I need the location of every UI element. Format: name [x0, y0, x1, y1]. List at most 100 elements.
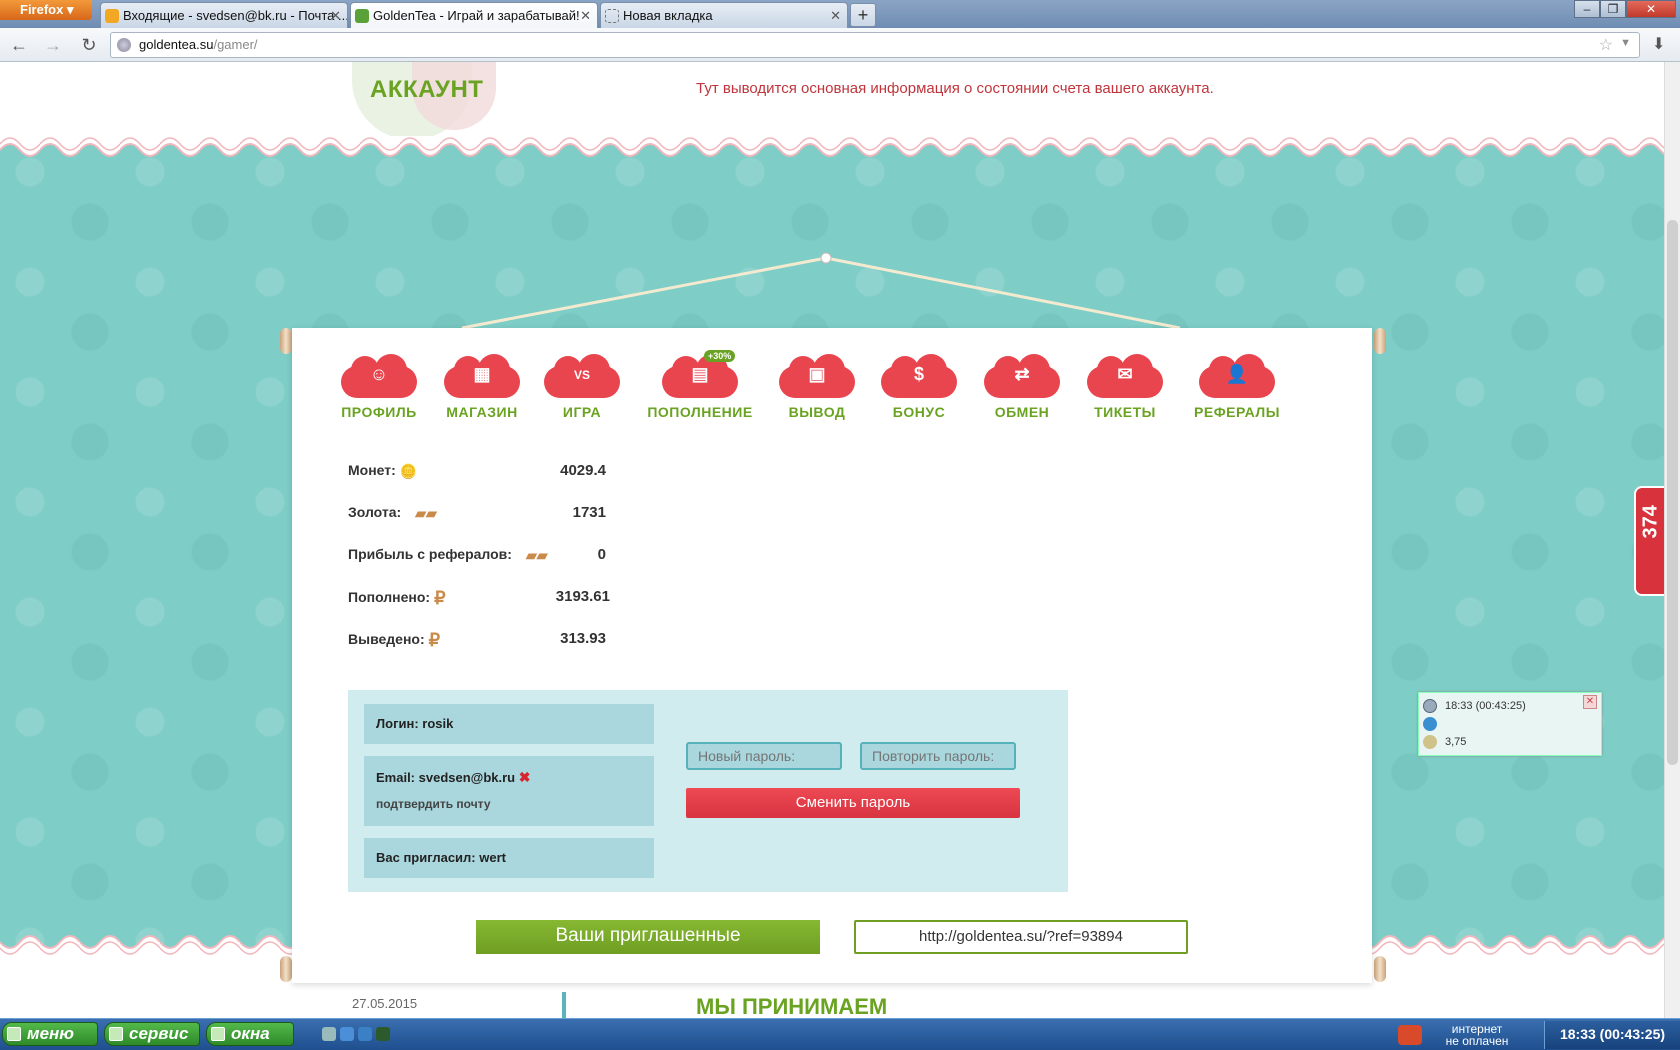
- tab-bar: Firefox ▾ Входящие - svedsen@bk.ru - Поч…: [0, 0, 1680, 28]
- tab-title: GoldenTea - Играй и зарабатывай!: [373, 8, 580, 23]
- taskbar-service-button[interactable]: сервис: [104, 1022, 200, 1046]
- menu-item-shop[interactable]: ▦ МАГАЗИН: [437, 354, 527, 434]
- chevron-down-icon[interactable]: ▼: [1620, 37, 1631, 49]
- blank-page-icon: [605, 9, 619, 23]
- exchange-icon: ⇄: [984, 354, 1060, 398]
- menu-item-bonus[interactable]: $ БОНУС: [874, 354, 964, 434]
- close-window-button[interactable]: ✕: [1626, 0, 1676, 18]
- widget-time: 18:33 (00:43:25): [1445, 700, 1526, 712]
- scroll-roll: [1374, 328, 1386, 354]
- globe-icon: [117, 38, 131, 52]
- stat-label-text: Пополнено:: [348, 589, 431, 606]
- coins-icon: 🪙: [399, 462, 418, 479]
- hanging-rope: [461, 252, 1181, 330]
- bookmark-star-icon[interactable]: ☆: [1599, 35, 1613, 55]
- close-icon[interactable]: ✕: [330, 3, 341, 28]
- page-description: Тут выводится основная информация о сост…: [696, 80, 1214, 97]
- menu-label: БОНУС: [892, 404, 946, 420]
- stat-referral-profit-value: 0: [597, 546, 606, 563]
- close-icon[interactable]: ✕: [830, 3, 841, 28]
- forward-arrow-icon[interactable]: →: [42, 34, 64, 56]
- coins-icon: [1423, 735, 1437, 749]
- service-icon: [109, 1027, 123, 1041]
- minimize-button[interactable]: –: [1574, 0, 1600, 18]
- game-vs-icon: VS: [544, 354, 620, 398]
- account-info-box: Логин: rosik Email: svedsen@bk.ru ✖ подт…: [348, 690, 1068, 892]
- taskbar-windows-button[interactable]: окна: [206, 1022, 294, 1046]
- address-bar[interactable]: goldentea.su/gamer/ ☆ ▼: [110, 32, 1640, 58]
- network-status[interactable]: интернет не оплачен: [1382, 1021, 1532, 1049]
- taskbar-button-label: сервис: [129, 1024, 189, 1043]
- menu-item-exchange[interactable]: ⇄ ОБМЕН: [977, 354, 1067, 434]
- stat-coins-value: 4029.4: [560, 462, 606, 479]
- referrals-icon: 👤: [1199, 354, 1275, 398]
- patterned-background: ☺ ПРОФИЛЬ ▦ МАГАЗИН VS ИГРА ▤ +30% ПОПОЛН…: [0, 136, 1664, 983]
- confirm-email-link[interactable]: подтвердить почту: [376, 797, 654, 811]
- reload-icon[interactable]: ↻: [78, 34, 100, 56]
- bonus-badge: +30%: [704, 350, 736, 362]
- menu-item-withdraw[interactable]: ▣ ВЫВОД: [772, 354, 862, 434]
- menu-label: МАГАЗИН: [446, 404, 518, 420]
- menu-item-deposit[interactable]: ▤ +30% ПОПОЛНЕНИЕ: [640, 350, 760, 434]
- stat-coins-label: Монет: 🪙: [348, 462, 417, 480]
- quicklaunch-icon[interactable]: [358, 1027, 372, 1041]
- stat-deposited-label: Пополнено: ₽: [348, 588, 446, 609]
- gold-bars-icon: ▰▰: [415, 504, 437, 521]
- taskbar-button-label: меню: [27, 1024, 74, 1043]
- maximize-button[interactable]: ❐: [1600, 0, 1626, 18]
- taskbar-menu-button[interactable]: меню: [2, 1022, 98, 1046]
- tab-mail[interactable]: Входящие - svedsen@bk.ru - Почта ... ✕: [100, 2, 348, 28]
- tab-title: Входящие - svedsen@bk.ru - Почта ...: [123, 8, 348, 23]
- page-viewport: АККАУНТ Тут выводится основная информаци…: [0, 62, 1664, 1018]
- new-password-field[interactable]: [686, 742, 842, 770]
- unconfirmed-x-icon: ✖: [518, 769, 531, 785]
- menu-icon: [7, 1027, 21, 1041]
- url-path: /gamer/: [213, 37, 258, 52]
- menu-item-referrals[interactable]: 👤 РЕФЕРАЛЫ: [1187, 354, 1287, 434]
- email-text: Email: svedsen@bk.ru: [376, 770, 516, 785]
- back-arrow-icon[interactable]: ←: [8, 34, 30, 56]
- side-counter-value: 374: [1639, 505, 1662, 539]
- quicklaunch-icon[interactable]: [376, 1027, 390, 1041]
- tab-goldentea[interactable]: GoldenTea - Играй и зарабатывай! ✕: [350, 2, 598, 28]
- close-icon[interactable]: ✕: [580, 3, 591, 28]
- stat-withdrawn-value: 313.93: [560, 630, 606, 647]
- menu-label: ОБМЕН: [994, 404, 1050, 420]
- scroll-roll: [1374, 956, 1386, 982]
- clock-icon: [1423, 699, 1437, 713]
- stat-deposited-value: 3193.61: [555, 588, 610, 605]
- menu-item-profile[interactable]: ☺ ПРОФИЛЬ: [334, 354, 424, 434]
- referral-link-field[interactable]: http://goldentea.su/?ref=93894: [854, 920, 1188, 954]
- side-counter-tab[interactable]: 374: [1634, 486, 1664, 596]
- vertical-scrollbar[interactable]: [1664, 62, 1680, 1018]
- net-status-line2: не оплачен: [1445, 1034, 1509, 1048]
- section-title: МЫ ПРИНИМАЕМ: [696, 994, 888, 1018]
- download-icon[interactable]: ⬇: [1652, 34, 1665, 54]
- scrollbar-thumb[interactable]: [1667, 220, 1678, 765]
- quicklaunch-icon[interactable]: [340, 1027, 354, 1041]
- menu-label: ВЫВОД: [788, 404, 846, 420]
- menu-item-game[interactable]: VS ИГРА: [537, 354, 627, 434]
- profile-icon: ☺: [341, 354, 417, 398]
- shop-icon: ▦: [444, 354, 520, 398]
- tab-new[interactable]: Новая вкладка ✕: [600, 2, 848, 28]
- invited-users-button[interactable]: Ваши приглашенные: [476, 920, 820, 954]
- scroll-roll: [280, 956, 292, 982]
- close-icon[interactable]: ✕: [1583, 695, 1597, 709]
- stat-gold-label: Золота: ▰▰: [348, 504, 437, 522]
- menu-item-tickets[interactable]: ✉ ТИКЕТЫ: [1080, 354, 1170, 434]
- menu-label: ИГРА: [562, 404, 602, 420]
- new-tab-button[interactable]: +: [850, 3, 876, 27]
- url-text[interactable]: goldentea.su/gamer/: [139, 33, 258, 57]
- login-row: Логин: rosik: [364, 704, 654, 744]
- firefox-menu-button[interactable]: Firefox ▾: [0, 0, 92, 20]
- quicklaunch-icon[interactable]: [322, 1027, 336, 1041]
- envelope-icon: ✉: [1087, 354, 1163, 398]
- stat-label-text: Выведено:: [348, 631, 425, 648]
- globe-icon: [1423, 717, 1437, 731]
- stat-withdrawn-label: Выведено: ₽: [348, 630, 440, 651]
- menu-label: ПРОФИЛЬ: [341, 404, 417, 420]
- change-password-button[interactable]: Сменить пароль: [686, 788, 1020, 818]
- taskbar-button-label: окна: [231, 1024, 270, 1043]
- repeat-password-field[interactable]: [860, 742, 1016, 770]
